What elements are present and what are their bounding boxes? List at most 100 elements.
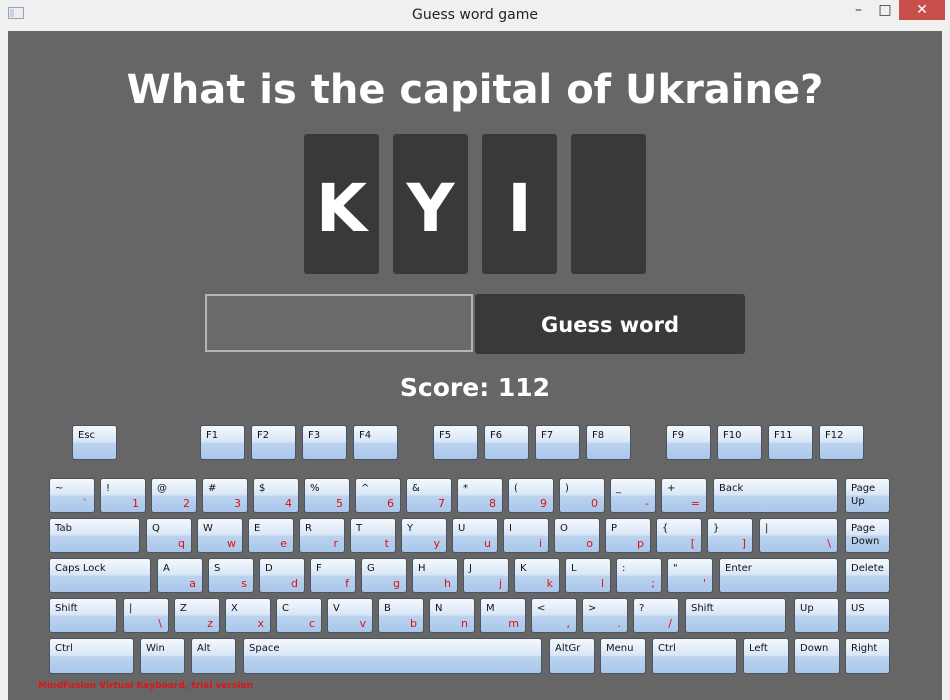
- key-label: P: [611, 523, 618, 534]
- key-m[interactable]: Mm: [480, 598, 526, 633]
- key-right-arrow[interactable]: Right: [845, 638, 890, 674]
- key-label: K: [520, 563, 527, 574]
- key-n[interactable]: Nn: [429, 598, 475, 633]
- key-comma[interactable]: <,: [531, 598, 577, 633]
- key-s[interactable]: Ss: [208, 558, 254, 593]
- key-f3[interactable]: F3: [302, 425, 347, 460]
- key-e[interactable]: Ee: [248, 518, 294, 553]
- key-d[interactable]: Dd: [259, 558, 305, 593]
- key-f9[interactable]: F9: [666, 425, 711, 460]
- key-equals[interactable]: + =: [661, 478, 707, 513]
- key-sublabel: ;: [651, 577, 655, 590]
- key-label: Back: [719, 483, 744, 494]
- key-g[interactable]: Gg: [361, 558, 407, 593]
- key-f11[interactable]: F11: [768, 425, 813, 460]
- key-0[interactable]: ) 0: [559, 478, 605, 513]
- key-4[interactable]: $4: [253, 478, 299, 513]
- key-8[interactable]: * 8: [457, 478, 503, 513]
- key-tilde[interactable]: ~ `: [49, 478, 95, 513]
- key-j[interactable]: Jj: [463, 558, 509, 593]
- key-f7[interactable]: F7: [535, 425, 580, 460]
- key-5[interactable]: % 5: [304, 478, 350, 513]
- key-sublabel: 2: [183, 497, 190, 510]
- key-period[interactable]: >.: [582, 598, 628, 633]
- key-h[interactable]: Hh: [412, 558, 458, 593]
- key-down-arrow[interactable]: Down: [794, 638, 840, 674]
- key-menu[interactable]: Menu: [600, 638, 646, 674]
- key-minus[interactable]: _ -: [610, 478, 656, 513]
- key-backslash[interactable]: | \: [759, 518, 838, 553]
- key-up-arrow[interactable]: Up: [794, 598, 839, 633]
- guess-word-button[interactable]: Guess word: [475, 294, 745, 354]
- key-right-shift[interactable]: Shift: [685, 598, 786, 633]
- key-2[interactable]: @2: [151, 478, 197, 513]
- key-b[interactable]: Bb: [378, 598, 424, 633]
- key-f6[interactable]: F6: [484, 425, 529, 460]
- key-right-ctrl[interactable]: Ctrl: [652, 638, 737, 674]
- key-slash[interactable]: ? /: [633, 598, 679, 633]
- key-alt[interactable]: Alt: [191, 638, 236, 674]
- guess-input[interactable]: [205, 294, 473, 352]
- key-f2[interactable]: F2: [251, 425, 296, 460]
- key-altgr[interactable]: AltGr: [549, 638, 595, 674]
- key-l[interactable]: Ll: [565, 558, 611, 593]
- key-a[interactable]: Aa: [157, 558, 203, 593]
- key-semicolon[interactable]: :;: [616, 558, 662, 593]
- key-tab[interactable]: Tab: [49, 518, 140, 553]
- key-7[interactable]: & 7: [406, 478, 452, 513]
- key-v[interactable]: Vv: [327, 598, 373, 633]
- key-i[interactable]: Ii: [503, 518, 549, 553]
- key-x[interactable]: Xx: [225, 598, 271, 633]
- key-k[interactable]: Kk: [514, 558, 560, 593]
- key-label: }: [713, 523, 720, 534]
- key-1[interactable]: ! 1: [100, 478, 146, 513]
- game-panel: What is the capital of Ukraine? K Y I Gu…: [8, 31, 942, 700]
- key-f[interactable]: Ff: [310, 558, 356, 593]
- key-close-bracket[interactable]: }]: [707, 518, 753, 553]
- key-language-us[interactable]: US: [845, 598, 890, 633]
- key-pipe[interactable]: | \: [123, 598, 169, 633]
- key-3[interactable]: #3: [202, 478, 248, 513]
- key-page-up[interactable]: Page Up: [845, 478, 890, 513]
- key-enter[interactable]: Enter: [719, 558, 838, 593]
- key-p[interactable]: Pp: [605, 518, 651, 553]
- key-t[interactable]: Tt: [350, 518, 396, 553]
- maximize-button[interactable]: □: [872, 0, 898, 20]
- close-button[interactable]: ✕: [899, 0, 945, 20]
- key-quote[interactable]: " ': [667, 558, 713, 593]
- key-9[interactable]: (9: [508, 478, 554, 513]
- key-o[interactable]: Oo: [554, 518, 600, 553]
- key-6[interactable]: ^ 6: [355, 478, 401, 513]
- key-backspace[interactable]: Back: [713, 478, 838, 513]
- key-left-arrow[interactable]: Left: [743, 638, 789, 674]
- key-y[interactable]: Yy: [401, 518, 447, 553]
- key-c[interactable]: Cc: [276, 598, 322, 633]
- key-q[interactable]: Qq: [146, 518, 192, 553]
- key-f5[interactable]: F5: [433, 425, 478, 460]
- key-f4[interactable]: F4: [353, 425, 398, 460]
- key-sublabel: s: [241, 577, 247, 590]
- key-u[interactable]: Uu: [452, 518, 498, 553]
- key-f8[interactable]: F8: [586, 425, 631, 460]
- minimize-button[interactable]: –: [845, 0, 872, 20]
- key-left-shift[interactable]: Shift: [49, 598, 117, 633]
- key-w[interactable]: Ww: [197, 518, 243, 553]
- key-caps-lock[interactable]: Caps Lock: [49, 558, 151, 593]
- key-open-bracket[interactable]: {[: [656, 518, 702, 553]
- key-left-ctrl[interactable]: Ctrl: [49, 638, 134, 674]
- key-z[interactable]: Zz: [174, 598, 220, 633]
- key-esc[interactable]: Esc: [72, 425, 117, 460]
- key-label: F11: [774, 430, 793, 441]
- key-label: R: [305, 523, 312, 534]
- key-f12[interactable]: F12: [819, 425, 864, 460]
- key-label: M: [486, 603, 495, 614]
- key-delete[interactable]: Delete: [845, 558, 890, 593]
- key-space[interactable]: Space: [243, 638, 542, 674]
- key-r[interactable]: Rr: [299, 518, 345, 553]
- key-sublabel: y: [433, 537, 440, 550]
- key-win[interactable]: Win: [140, 638, 185, 674]
- key-f10[interactable]: F10: [717, 425, 762, 460]
- key-f1[interactable]: F1: [200, 425, 245, 460]
- key-sublabel: j: [498, 577, 502, 590]
- key-page-down[interactable]: Page Down: [845, 518, 890, 553]
